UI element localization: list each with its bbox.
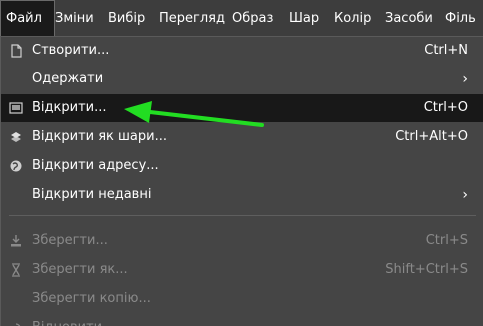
menu-item-new[interactable]: Створити... Ctrl+N xyxy=(1,37,483,65)
open-as-layers-icon xyxy=(11,132,21,142)
revert-icon xyxy=(15,323,21,326)
menu-colors[interactable]: Колір xyxy=(334,0,371,36)
menu-view[interactable]: Перегляд xyxy=(159,0,225,36)
submenu-arrow-icon: › xyxy=(462,71,468,87)
menu-item-label: Зберегти... xyxy=(32,233,108,248)
menu-select[interactable]: Вибір xyxy=(108,0,145,36)
menu-item-save-as[interactable]: Зберегти як... Shift+Ctrl+S xyxy=(1,256,483,284)
menu-item-label: Зберегти копію... xyxy=(32,291,151,306)
menu-item-acquire[interactable]: Одержати › xyxy=(1,65,483,93)
menu-item-label: Відновити xyxy=(32,314,102,326)
menu-file[interactable]: Файл xyxy=(0,0,55,36)
menu-item-label: Відкрити... xyxy=(32,100,107,115)
menu-item-label: Одержати xyxy=(32,71,104,86)
menu-item-label: Відкрити адресу... xyxy=(32,158,159,173)
menu-item-label: Відкрити недавні xyxy=(32,187,152,202)
globe-icon xyxy=(10,160,22,172)
menu-item-open-as-layers[interactable]: Відкрити як шари... Ctrl+Alt+O xyxy=(1,123,483,151)
menu-item-revert[interactable]: Відновити xyxy=(1,314,483,326)
menu-item-save[interactable]: Зберегти... Ctrl+S xyxy=(1,227,483,255)
file-menu-dropdown: Створити... Ctrl+N Одержати › Відкрити..… xyxy=(0,37,483,326)
menu-item-open-location[interactable]: Відкрити адресу... xyxy=(1,152,483,180)
menubar: Файл Зміни Вибір Перегляд Образ Шар Колі… xyxy=(0,0,483,37)
menu-layer[interactable]: Шар xyxy=(289,0,319,36)
submenu-arrow-icon: › xyxy=(462,187,468,203)
menu-item-shortcut: Ctrl+Alt+O xyxy=(395,129,468,144)
menu-item-shortcut: Ctrl+N xyxy=(424,43,468,58)
menu-item-shortcut: Ctrl+S xyxy=(425,233,468,248)
menu-edit[interactable]: Зміни xyxy=(55,0,94,36)
menu-item-open-recent[interactable]: Відкрити недавні › xyxy=(1,181,483,209)
menu-image[interactable]: Образ xyxy=(232,0,273,36)
menu-item-save-copy[interactable]: Зберегти копію... xyxy=(1,285,483,313)
menu-item-label: Зберегти як... xyxy=(32,262,128,277)
menu-item-open[interactable]: Відкрити... Ctrl+O xyxy=(1,94,483,122)
menu-separator xyxy=(9,215,476,216)
save-as-icon xyxy=(12,263,20,277)
open-image-icon xyxy=(9,102,23,114)
menu-tools[interactable]: Засоби xyxy=(385,0,433,36)
new-document-icon xyxy=(11,44,22,58)
menu-filters[interactable]: Філь xyxy=(445,0,476,36)
menu-item-label: Створити... xyxy=(32,43,110,58)
menu-item-shortcut: Shift+Ctrl+S xyxy=(385,262,468,277)
menu-item-shortcut: Ctrl+O xyxy=(423,100,468,115)
menu-item-label: Відкрити як шари... xyxy=(32,129,167,144)
save-icon xyxy=(11,235,21,247)
